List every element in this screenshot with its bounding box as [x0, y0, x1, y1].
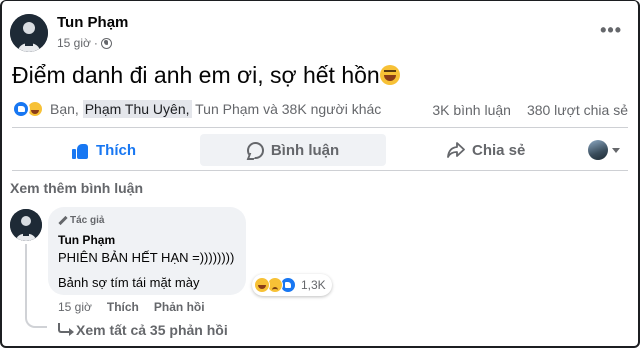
- comment-bubble: Tác giả Tun Phạm PHIÊN BẢN HẾT HẠN =))))…: [48, 207, 246, 295]
- view-replies-link[interactable]: Xem tất cả 35 phản hồi: [58, 322, 228, 338]
- comment-text-line2: Bảnh sợ tím tái mặt mày: [58, 275, 200, 290]
- post-stats: 3K bình luận 380 lượt chia sẻ: [432, 102, 628, 118]
- reply-arrow-icon: [58, 323, 74, 336]
- reactions-summary[interactable]: Bạn, Phạm Thu Uyên, Tun Phạm và 38K ngườ…: [12, 100, 381, 118]
- comment-reactions[interactable]: 1,3K: [252, 274, 332, 296]
- see-more-comments-link[interactable]: Xem thêm bình luận: [10, 180, 143, 196]
- post-text-content: Điểm danh đi anh em ơi, sợ hết hồn: [12, 62, 380, 88]
- commenter-avatar[interactable]: [10, 209, 42, 241]
- reactors-names[interactable]: Bạn, Phạm Thu Uyên, Tun Phạm và 38K ngườ…: [50, 100, 382, 118]
- meta-separator: ·: [93, 36, 98, 50]
- public-globe-icon: [100, 37, 112, 49]
- profile-switcher-button[interactable]: [588, 134, 620, 166]
- post-text: Điểm danh đi anh em ơi, sợ hết hồn: [12, 62, 400, 89]
- thumbs-up-icon: [72, 142, 89, 159]
- reactors-highlight: Phạm Thu Uyên,: [82, 100, 192, 118]
- author-avatar[interactable]: [10, 14, 48, 52]
- view-replies-label: Xem tất cả 35 phản hồi: [76, 322, 228, 338]
- share-arrow-icon: [447, 142, 465, 158]
- comment-label: Bình luận: [270, 141, 340, 159]
- like-button[interactable]: Thích: [72, 134, 136, 166]
- comment-actions: 15 giờ Thích Phản hồi: [58, 300, 205, 314]
- comment-reply-button[interactable]: Phản hồi: [154, 300, 205, 314]
- caret-down-icon: [612, 147, 620, 153]
- share-button[interactable]: Chia sẻ: [447, 134, 525, 166]
- shares-count[interactable]: 380 lượt chia sẻ: [527, 102, 628, 118]
- profile-avatar: [588, 140, 608, 160]
- share-label: Chia sẻ: [472, 141, 526, 159]
- comment-like-button[interactable]: Thích: [107, 300, 139, 314]
- divider-bottom: [12, 170, 628, 171]
- like-reaction-icon: [12, 100, 30, 118]
- comment-bubble-icon: [246, 141, 264, 159]
- author-badge: Tác giả: [58, 215, 104, 226]
- reactors-suffix: Tun Phạm và 38K người khác: [191, 101, 382, 117]
- divider-top: [12, 127, 628, 128]
- comments-count[interactable]: 3K bình luận: [432, 102, 511, 118]
- post-author-name[interactable]: Tun Phạm: [57, 14, 128, 31]
- laughing-emoji-icon: [379, 65, 400, 85]
- comment-reaction-count: 1,3K: [301, 278, 326, 292]
- comment-button[interactable]: Bình luận: [200, 134, 386, 166]
- post-time[interactable]: 15 giờ: [57, 36, 91, 50]
- more-options-icon[interactable]: •••: [600, 20, 622, 41]
- haha-reaction-icon: [254, 277, 270, 293]
- comment-time[interactable]: 15 giờ: [58, 300, 92, 314]
- comment-author-name[interactable]: Tun Phạm: [58, 233, 115, 247]
- comment-text-line1: PHIÊN BẢN HẾT HẠN =)))))))): [58, 250, 235, 265]
- post-meta: 15 giờ ·: [57, 36, 112, 50]
- like-label: Thích: [96, 141, 136, 159]
- pencil-icon: [58, 216, 67, 225]
- reactors-prefix: Bạn,: [50, 101, 83, 117]
- author-badge-label: Tác giả: [70, 215, 105, 226]
- thread-connector: [25, 244, 47, 328]
